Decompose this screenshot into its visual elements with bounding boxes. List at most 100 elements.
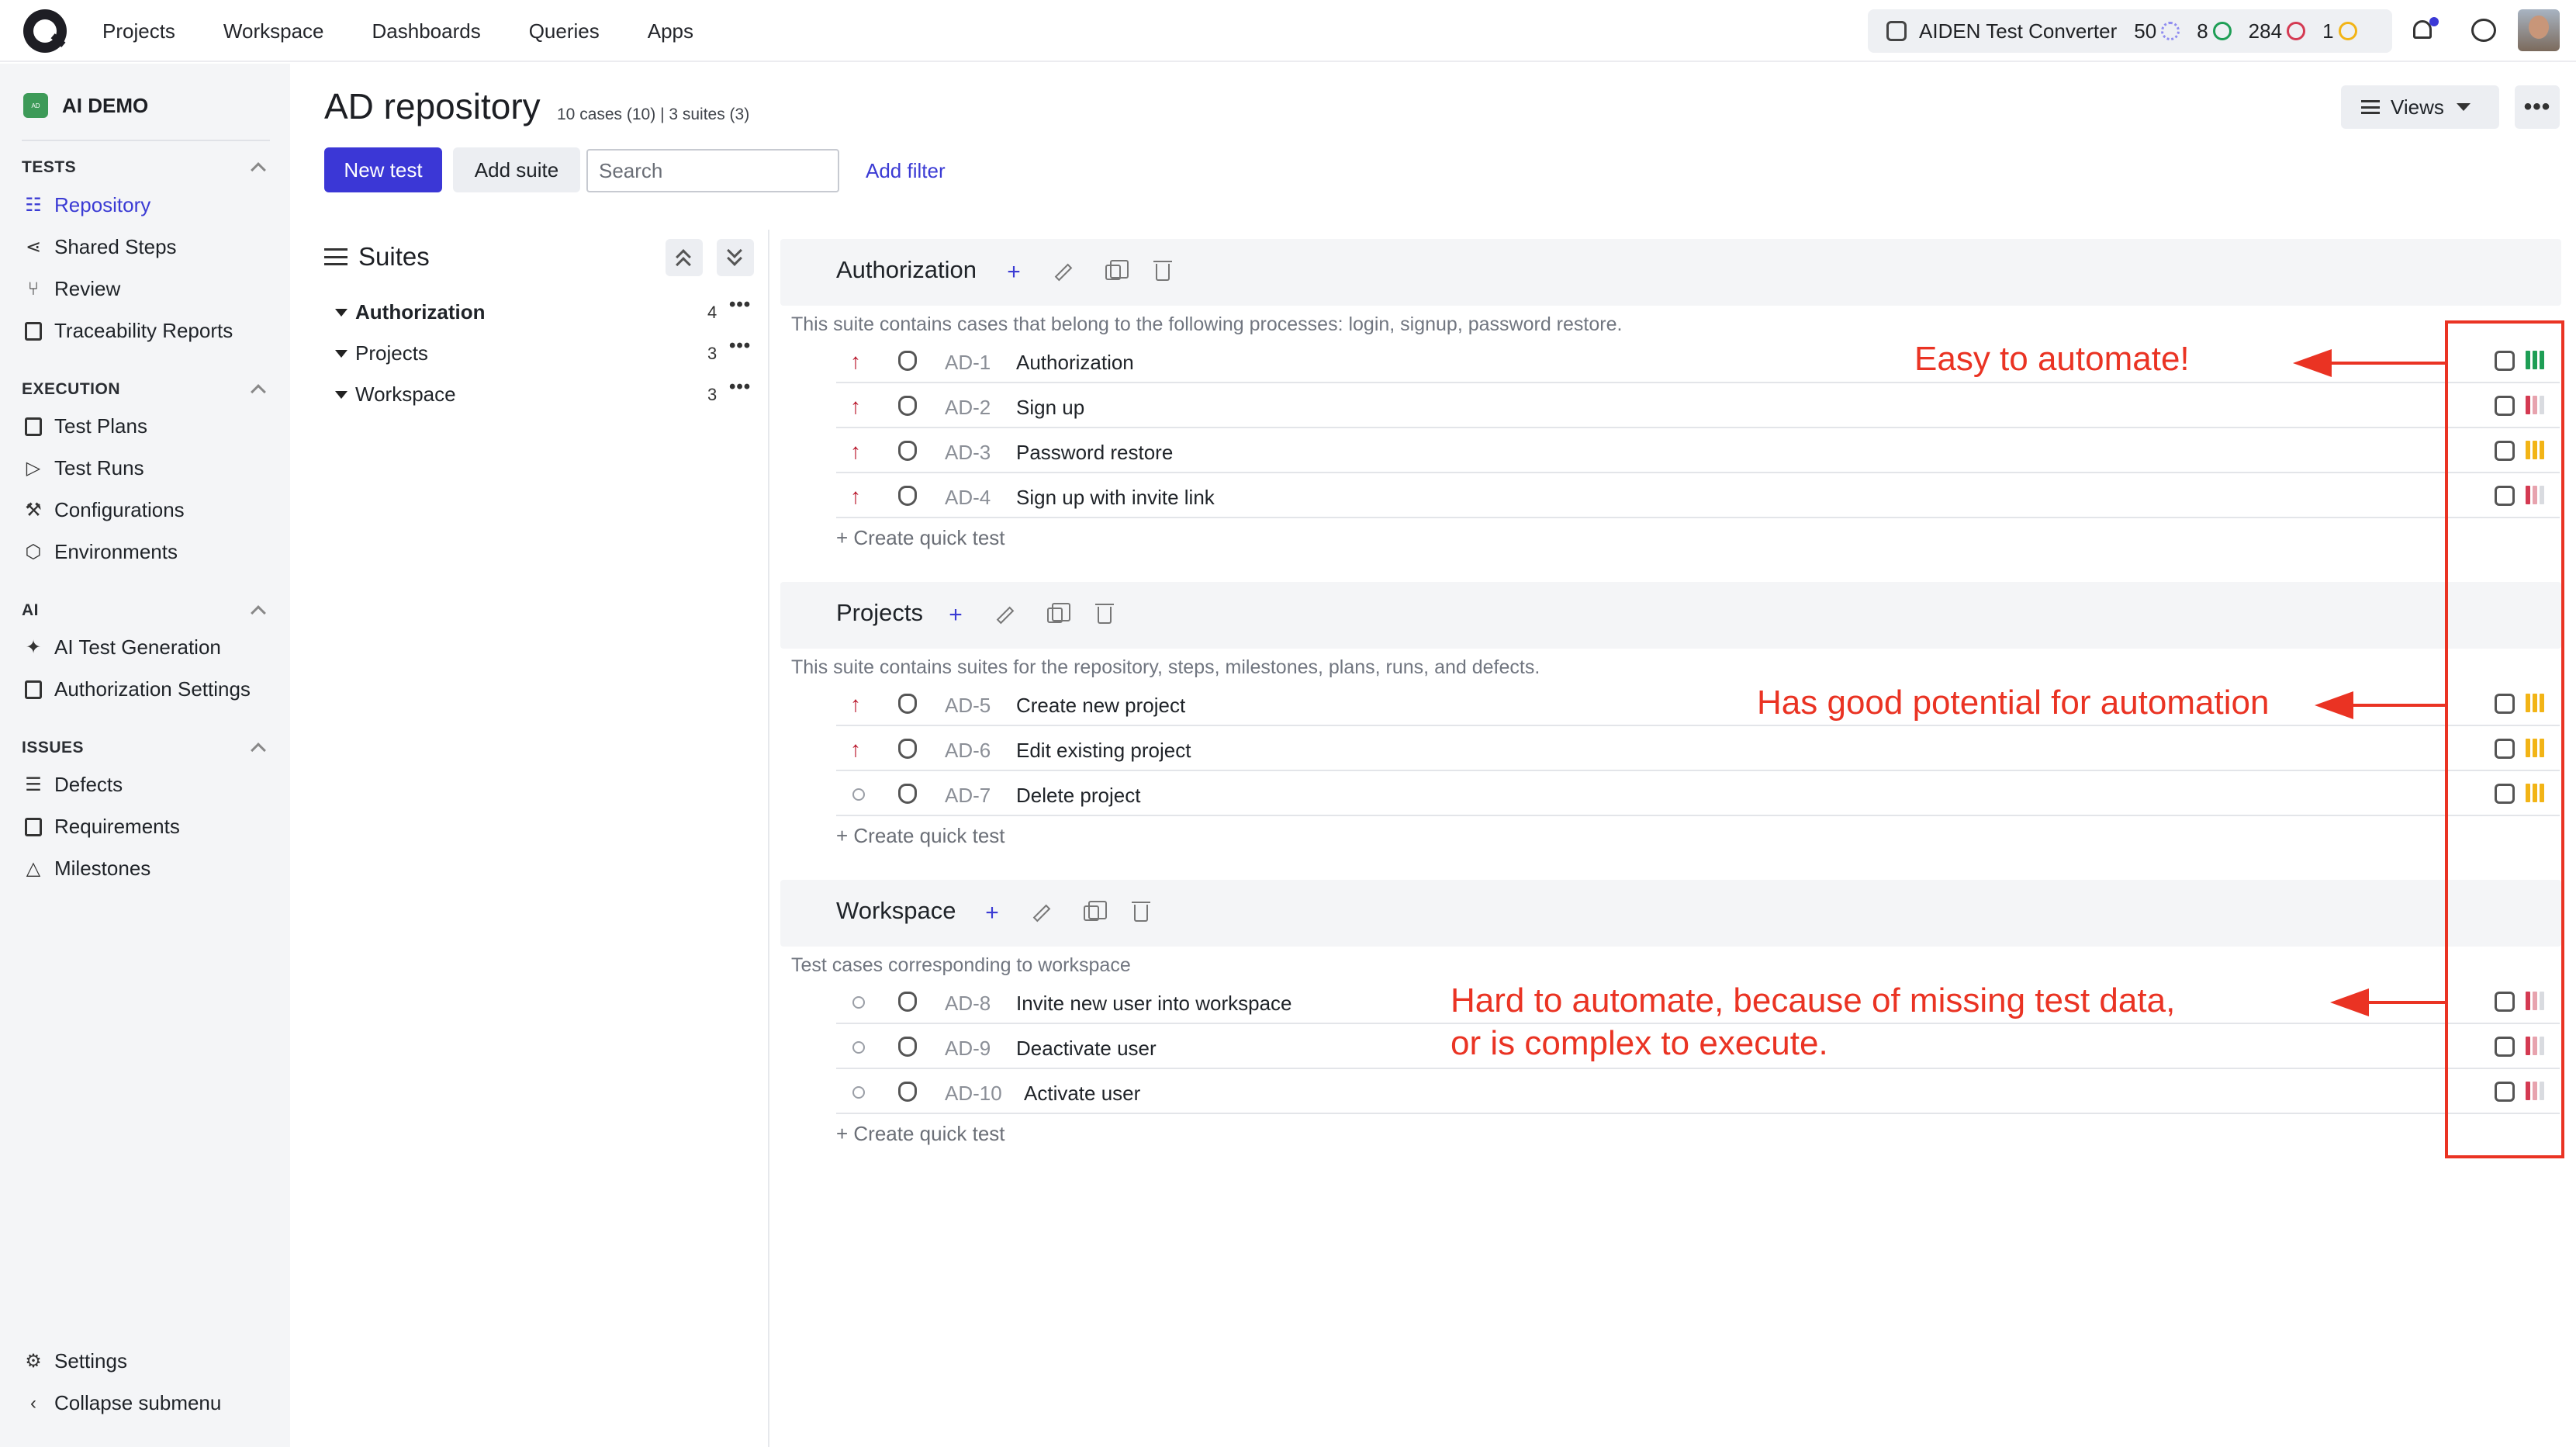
- views-dropdown[interactable]: Views: [2341, 85, 2499, 129]
- search-input[interactable]: [586, 149, 839, 192]
- edit-suite-button[interactable]: [1029, 900, 1055, 926]
- test-case-row[interactable]: ↑ AD-6 Edit existing project: [836, 728, 2560, 771]
- nav-workspace[interactable]: Workspace: [223, 19, 324, 43]
- user-avatar[interactable]: [2518, 9, 2560, 51]
- project-selector[interactable]: AD AI DEMO: [23, 93, 148, 118]
- suite-name[interactable]: Projects: [836, 599, 923, 627]
- delete-suite-button[interactable]: [1128, 900, 1154, 926]
- sidebar-item-label: Review: [54, 277, 121, 300]
- collapse-ai-icon[interactable]: [251, 605, 266, 621]
- nav-apps[interactable]: Apps: [648, 19, 693, 43]
- sidebar-item-settings[interactable]: ⚙ Settings: [22, 1349, 127, 1373]
- sidebar-item-environments[interactable]: ⬡ Environments: [22, 540, 178, 564]
- suite-menu-button[interactable]: •••: [729, 335, 751, 357]
- sidebar-item-requirements[interactable]: Requirements: [22, 815, 180, 839]
- section-ai[interactable]: AI: [22, 601, 39, 620]
- clone-suite-button[interactable]: [1042, 602, 1070, 628]
- new-test-button[interactable]: New test: [324, 147, 442, 192]
- case-title[interactable]: Edit existing project: [1016, 739, 1191, 763]
- sidebar-item-label: AI Test Generation: [54, 635, 221, 659]
- suite-tree-item-authorization[interactable]: Authorization 4 •••: [335, 294, 750, 324]
- add-case-button[interactable]: +: [1001, 259, 1027, 286]
- sidebar-item-authorization-settings[interactable]: Authorization Settings: [22, 677, 251, 701]
- test-case-row[interactable]: ↑ AD-4 Sign up with invite link: [836, 475, 2560, 518]
- case-title[interactable]: Sign up: [1016, 396, 1084, 420]
- notifications-bell-icon[interactable]: [2411, 17, 2439, 43]
- clone-suite-button[interactable]: [1078, 900, 1107, 926]
- case-title[interactable]: Password restore: [1016, 441, 1173, 465]
- sidebar-item-label: Configurations: [54, 498, 185, 521]
- sidebar-item-defects[interactable]: ☰ Defects: [22, 773, 123, 797]
- section-issues[interactable]: ISSUES: [22, 739, 84, 757]
- sidebar-item-milestones[interactable]: △ Milestones: [22, 857, 151, 881]
- sidebar-item-label: Environments: [54, 540, 178, 563]
- add-filter-link[interactable]: Add filter: [866, 159, 946, 183]
- more-options-button[interactable]: •••: [2515, 85, 2560, 129]
- collapse-submenu-button[interactable]: ‹ Collapse submenu: [22, 1391, 221, 1415]
- sidebar-item-repository[interactable]: ☷ Repository: [22, 193, 150, 217]
- test-case-row[interactable]: ↑ AD-3 Password restore: [836, 430, 2560, 473]
- sidebar-item-label: Repository: [54, 193, 151, 216]
- suite-name[interactable]: Workspace: [836, 897, 956, 925]
- test-case-row[interactable]: AD-10 Activate user: [836, 1071, 2560, 1114]
- suite-menu-button[interactable]: •••: [729, 294, 751, 316]
- cube-icon: ⬡: [25, 542, 42, 563]
- suite-name[interactable]: Authorization: [836, 256, 977, 284]
- sidebar-item-test-runs[interactable]: ▷ Test Runs: [22, 456, 144, 480]
- passed-icon: [2212, 22, 2232, 40]
- collapse-tests-icon[interactable]: [251, 162, 266, 178]
- caret-down-icon[interactable]: [335, 349, 348, 358]
- sidebar-item-label: Test Runs: [54, 456, 144, 479]
- collapse-execution-icon[interactable]: [251, 384, 266, 400]
- collapse-issues-icon[interactable]: [251, 743, 266, 758]
- case-title[interactable]: Activate user: [1024, 1082, 1140, 1106]
- caret-down-icon[interactable]: [335, 308, 348, 317]
- test-case-row[interactable]: AD-7 Delete project: [836, 773, 2560, 816]
- suite-tree-item-workspace[interactable]: Workspace 3 •••: [335, 376, 750, 407]
- create-quick-test-link[interactable]: + Create quick test: [836, 1122, 1005, 1146]
- sidebar-item-traceability-reports[interactable]: Traceability Reports: [22, 319, 233, 343]
- case-title[interactable]: Create new project: [1016, 694, 1185, 718]
- section-execution[interactable]: EXECUTION: [22, 380, 120, 399]
- create-quick-test-link[interactable]: + Create quick test: [836, 526, 1005, 550]
- nav-dashboards[interactable]: Dashboards: [372, 19, 481, 43]
- sidebar-item-shared-steps[interactable]: ⋖ Shared Steps: [22, 235, 177, 259]
- case-title[interactable]: Sign up with invite link: [1016, 486, 1215, 510]
- sidebar-item-ai-test-generation[interactable]: ✦ AI Test Generation: [22, 635, 221, 659]
- qase-logo[interactable]: [23, 9, 67, 53]
- caret-down-icon[interactable]: [335, 390, 348, 399]
- sidebar-item-test-plans[interactable]: Test Plans: [22, 414, 147, 438]
- case-title[interactable]: Invite new user into workspace: [1016, 992, 1292, 1016]
- suite-tree-item-projects[interactable]: Projects 3 •••: [335, 335, 750, 365]
- priority-high-icon: ↑: [850, 439, 861, 463]
- add-case-button[interactable]: +: [942, 602, 969, 628]
- expand-all-button[interactable]: [717, 239, 754, 276]
- page-subtitle: 10 cases (10) | 3 suites (3): [557, 106, 750, 123]
- add-case-button[interactable]: +: [979, 900, 1005, 926]
- case-id: AD-6: [945, 739, 991, 762]
- case-title[interactable]: Deactivate user: [1016, 1037, 1157, 1061]
- add-suite-button[interactable]: Add suite: [453, 147, 580, 192]
- delete-suite-button[interactable]: [1150, 259, 1176, 286]
- edit-suite-button[interactable]: [992, 602, 1018, 628]
- test-case-row[interactable]: ↑ AD-2 Sign up: [836, 385, 2560, 428]
- clone-suite-button[interactable]: [1100, 259, 1129, 286]
- section-tests[interactable]: TESTS: [22, 158, 76, 177]
- suite-menu-button[interactable]: •••: [729, 376, 751, 398]
- case-title[interactable]: Authorization: [1016, 351, 1134, 375]
- nav-queries[interactable]: Queries: [529, 19, 600, 43]
- nav-projects[interactable]: Projects: [102, 19, 175, 43]
- case-title[interactable]: Delete project: [1016, 784, 1140, 808]
- priority-high-icon: ↑: [850, 484, 861, 508]
- edit-suite-button[interactable]: [1050, 259, 1077, 286]
- sidebar-item-configurations[interactable]: ⚒ Configurations: [22, 498, 185, 522]
- delete-suite-button[interactable]: [1091, 602, 1118, 628]
- sidebar-item-review[interactable]: ⑂ Review: [22, 277, 120, 301]
- divider: [22, 140, 270, 141]
- collapse-all-button[interactable]: [666, 239, 703, 276]
- create-quick-test-link[interactable]: + Create quick test: [836, 824, 1005, 848]
- top-bar: Projects Workspace Dashboards Queries Ap…: [0, 0, 2576, 62]
- aiden-converter-widget[interactable]: AIDEN Test Converter 50 8 284 1: [1868, 9, 2392, 53]
- chat-icon[interactable]: [2471, 19, 2496, 42]
- test-case-row[interactable]: ↑ AD-5 Create new project: [836, 683, 2560, 726]
